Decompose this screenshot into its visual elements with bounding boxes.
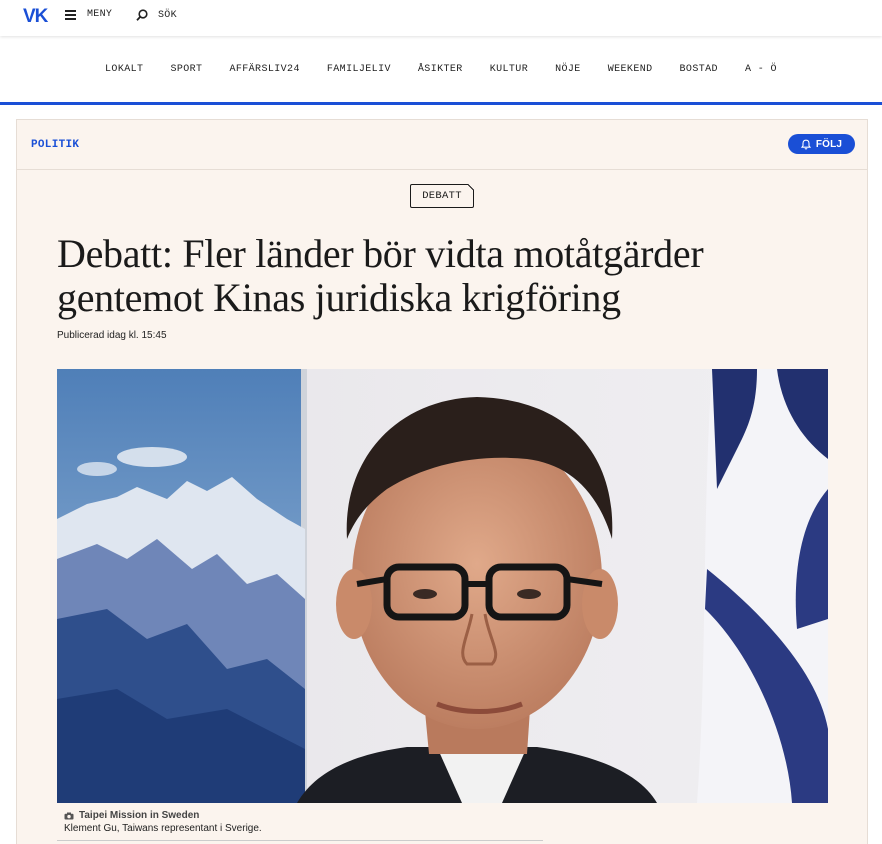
article-image[interactable] — [57, 369, 828, 803]
nav-item-affarsliv24[interactable]: AFFÄRSLIV24 — [229, 64, 299, 75]
article-card: POLITIK FÖLJ DEBATT Debatt: Fler länder … — [16, 119, 868, 844]
menu-button[interactable]: MENY — [65, 9, 112, 20]
image-credit: Taipei Mission in Sweden — [64, 810, 199, 821]
category-tag: DEBATT — [410, 184, 474, 208]
section-nav: LOKALT SPORT AFFÄRSLIV24 FAMILJELIV ÅSIK… — [0, 36, 882, 102]
article-card-header: POLITIK FÖLJ — [17, 120, 867, 170]
section-tag[interactable]: POLITIK — [31, 139, 79, 151]
article-headline: Debatt: Fler länder bör vidta motåtgärde… — [57, 231, 704, 320]
nav-item-bostad[interactable]: BOSTAD — [680, 64, 718, 75]
nav-item-noje[interactable]: NÖJE — [555, 64, 581, 75]
hamburger-icon — [65, 10, 76, 20]
menu-label: MENY — [87, 9, 113, 20]
image-caption: Klement Gu, Taiwans representant i Sveri… — [64, 823, 262, 834]
nav-item-asikter[interactable]: ÅSIKTER — [418, 64, 463, 75]
nav-item-kultur[interactable]: KULTUR — [490, 64, 528, 75]
follow-label: FÖLJ — [815, 138, 843, 150]
follow-button[interactable]: FÖLJ — [788, 134, 855, 154]
nav-item-a-o[interactable]: A - Ö — [745, 64, 777, 75]
image-credit-text: Taipei Mission in Sweden — [79, 810, 200, 821]
portrait-illustration — [57, 369, 828, 803]
nav-item-weekend[interactable]: WEEKEND — [608, 64, 653, 75]
search-label: SÖK — [158, 9, 177, 21]
nav-item-familjeliv[interactable]: FAMILJELIV — [327, 64, 391, 75]
bell-icon — [800, 139, 811, 149]
search-button[interactable]: SÖK — [136, 9, 177, 21]
site-logo[interactable]: VK — [23, 6, 48, 28]
caption-divider — [57, 840, 543, 841]
camera-icon — [64, 812, 74, 819]
nav-item-sport[interactable]: SPORT — [170, 64, 202, 75]
search-icon — [136, 9, 148, 21]
nav-divider — [0, 102, 882, 105]
published-time: Publicerad idag kl. 15:45 — [57, 330, 167, 341]
nav-item-lokalt[interactable]: LOKALT — [105, 64, 143, 75]
top-bar: VK MENY SÖK — [0, 0, 882, 36]
